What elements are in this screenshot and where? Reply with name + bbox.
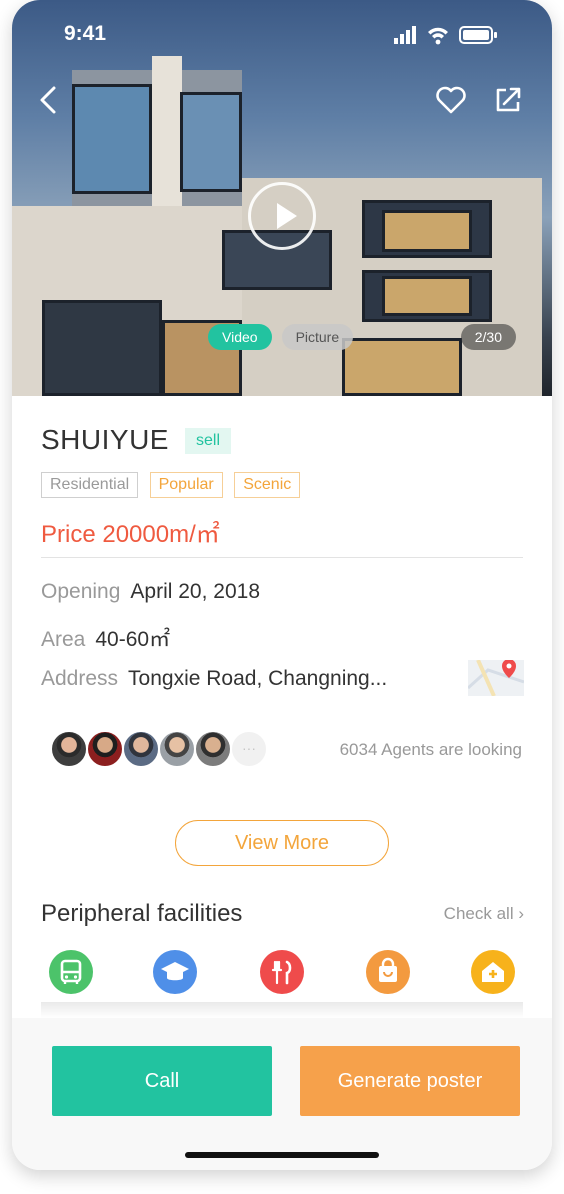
hospital-icon[interactable] [471,950,515,994]
address-row[interactable]: Address Tongxie Road, Changning... [41,667,387,691]
status-time: 9:41 [64,22,107,45]
window [382,210,472,252]
tag-residential: Residential [41,472,139,498]
tab-picture[interactable]: Picture [281,324,354,350]
status-icons [394,24,500,51]
hero-media[interactable]: 9:41 Video Picture 2/30 [12,0,552,396]
map-pin-icon [466,659,525,697]
property-title: SHUIYUE [41,424,169,455]
hero-toolbar [12,84,552,120]
sell-badge: sell [185,428,232,454]
opening-row: Opening April 20, 2018 [41,580,260,604]
bus-icon[interactable] [49,950,93,994]
area-label: Area [41,628,86,651]
generate-poster-button[interactable]: Generate poster [300,1046,520,1116]
media-tabs: Video Picture [208,324,363,350]
property-price: Price 20000m/㎡ [41,521,220,548]
heart-icon[interactable] [434,84,468,116]
avatar[interactable] [122,730,160,768]
chevron-right-icon: › [518,904,524,923]
address-value: Tongxie Road, Changning... [128,667,388,690]
play-video-button[interactable] [248,182,316,250]
area-value: 40-60㎡ [95,628,171,651]
window [382,276,472,316]
home-indicator [185,1152,379,1158]
window [42,300,162,396]
view-more-button[interactable]: View More [175,820,389,866]
map-thumbnail[interactable] [466,659,525,697]
more-agents-icon[interactable]: ··· [230,730,268,768]
map-preview-strip [41,1002,523,1018]
call-button[interactable]: Call [52,1046,272,1116]
facilities-title: Peripheral facilities [41,900,243,927]
bottom-action-bar: Call Generate poster [12,1018,552,1170]
phone-frame: 9:41 Video Picture 2/30 SHUIYUE sell Res… [12,0,552,1170]
avatar[interactable] [50,730,88,768]
opening-label: Opening [41,580,121,603]
graduation-cap-icon[interactable] [153,950,197,994]
restaurant-icon[interactable] [260,950,304,994]
check-all-link[interactable]: Check all › [444,904,524,924]
avatar[interactable] [194,730,232,768]
tag-scenic: Scenic [234,472,301,498]
status-bar: 9:41 [12,20,552,48]
avatar[interactable] [86,730,124,768]
check-all-label: Check all [443,904,514,923]
share-icon[interactable] [492,84,524,116]
signal-wifi-battery-icon [394,26,497,45]
divider [41,557,523,558]
opening-value: April 20, 2018 [130,580,260,603]
property-tags: Residential Popular Scenic [41,472,307,498]
agents-looking-count: 6034 Agents are looking [339,740,522,759]
tag-popular: Popular [149,472,223,498]
avatar[interactable] [158,730,196,768]
shopping-bag-icon[interactable] [366,950,410,994]
address-label: Address [41,667,119,690]
media-counter: 2/30 [460,324,516,350]
area-row: Area 40-60㎡ [41,623,170,653]
tab-video[interactable]: Video [208,324,272,350]
back-arrow-icon[interactable] [36,84,62,116]
